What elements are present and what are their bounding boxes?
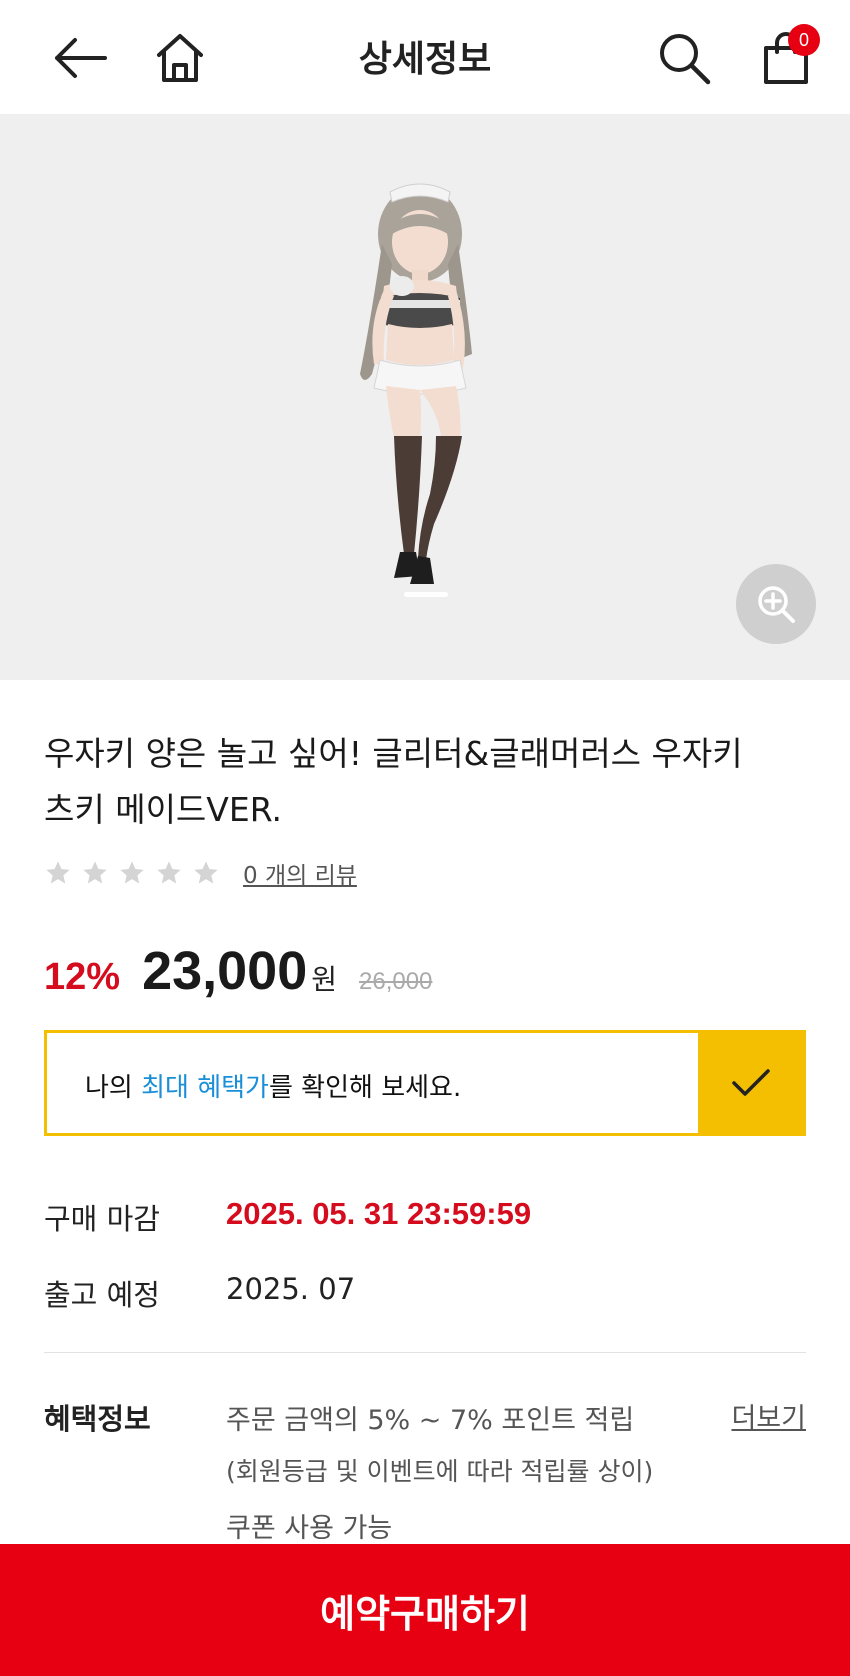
rating-row: 0 개의 리뷰 xyxy=(44,856,357,890)
benefit-more-link[interactable]: 더보기 xyxy=(731,1396,806,1435)
benefit-prefix: 나의 xyxy=(85,1073,142,1103)
product-title-line2: 츠키 메이드VER. xyxy=(44,790,282,829)
zoom-button[interactable] xyxy=(736,564,816,644)
product-image-gallery[interactable] xyxy=(0,114,850,680)
star-icon xyxy=(46,861,70,884)
deadline-value: 2025. 05. 31 23:59:59 xyxy=(226,1196,532,1231)
search-button[interactable] xyxy=(648,22,720,94)
review-count-link[interactable]: 0 개의 리뷰 xyxy=(243,856,357,890)
max-benefit-banner[interactable]: 나의 최대 혜택가를 확인해 보세요. xyxy=(44,1030,806,1136)
zoom-in-icon xyxy=(758,586,795,623)
original-price: 26,000 xyxy=(359,968,433,995)
sale-price: 23,000 xyxy=(142,941,308,1001)
release-label: 출고 예정 xyxy=(44,1278,160,1312)
benefit-point-note: (회원등급 및 이벤트에 따라 적립률 상이) xyxy=(226,1457,654,1486)
price-row: 12% 23,000 원 26,000 xyxy=(44,940,432,1002)
product-title-line1: 우자키 양은 놀고 싶어! 글리터&글래머러스 우자키 xyxy=(44,734,743,773)
carousel-indicator xyxy=(404,592,448,597)
star-icon xyxy=(194,861,218,884)
star-icon xyxy=(120,861,144,884)
max-benefit-text: 나의 최대 혜택가를 확인해 보세요. xyxy=(85,1067,461,1104)
benefit-coupon-text: 쿠폰 사용 가능 xyxy=(226,1513,393,1544)
benefit-suffix: 를 확인해 보세요. xyxy=(268,1073,462,1103)
star-icon xyxy=(157,861,181,884)
release-value: 2025. 07 xyxy=(226,1272,356,1306)
star-icon xyxy=(83,861,107,884)
currency-unit: 원 xyxy=(311,963,337,996)
top-app-bar: 상세정보 0 xyxy=(0,0,850,114)
page-title: 상세정보 xyxy=(358,39,492,80)
product-title: 우자키 양은 놀고 싶어! 글리터&글래머러스 우자키 츠키 메이드VER. xyxy=(44,726,804,838)
section-divider xyxy=(44,1352,806,1353)
product-image xyxy=(360,183,472,584)
check-icon xyxy=(731,1069,770,1096)
deadline-label: 구매 마감 xyxy=(44,1202,160,1236)
cart-button[interactable]: 0 xyxy=(750,22,822,94)
benefit-highlight: 최대 혜택가 xyxy=(141,1073,269,1103)
benefit-point-text: 주문 금액의 5% ~ 7% 포인트 적립 xyxy=(226,1405,635,1436)
cart-count-badge: 0 xyxy=(788,24,820,56)
search-icon xyxy=(660,34,711,85)
preorder-buy-button[interactable]: 예약구매하기 xyxy=(0,1544,850,1676)
discount-rate: 12% xyxy=(44,956,121,998)
benefit-check-button[interactable] xyxy=(698,1033,803,1133)
benefit-info-label: 혜택정보 xyxy=(44,1402,151,1436)
